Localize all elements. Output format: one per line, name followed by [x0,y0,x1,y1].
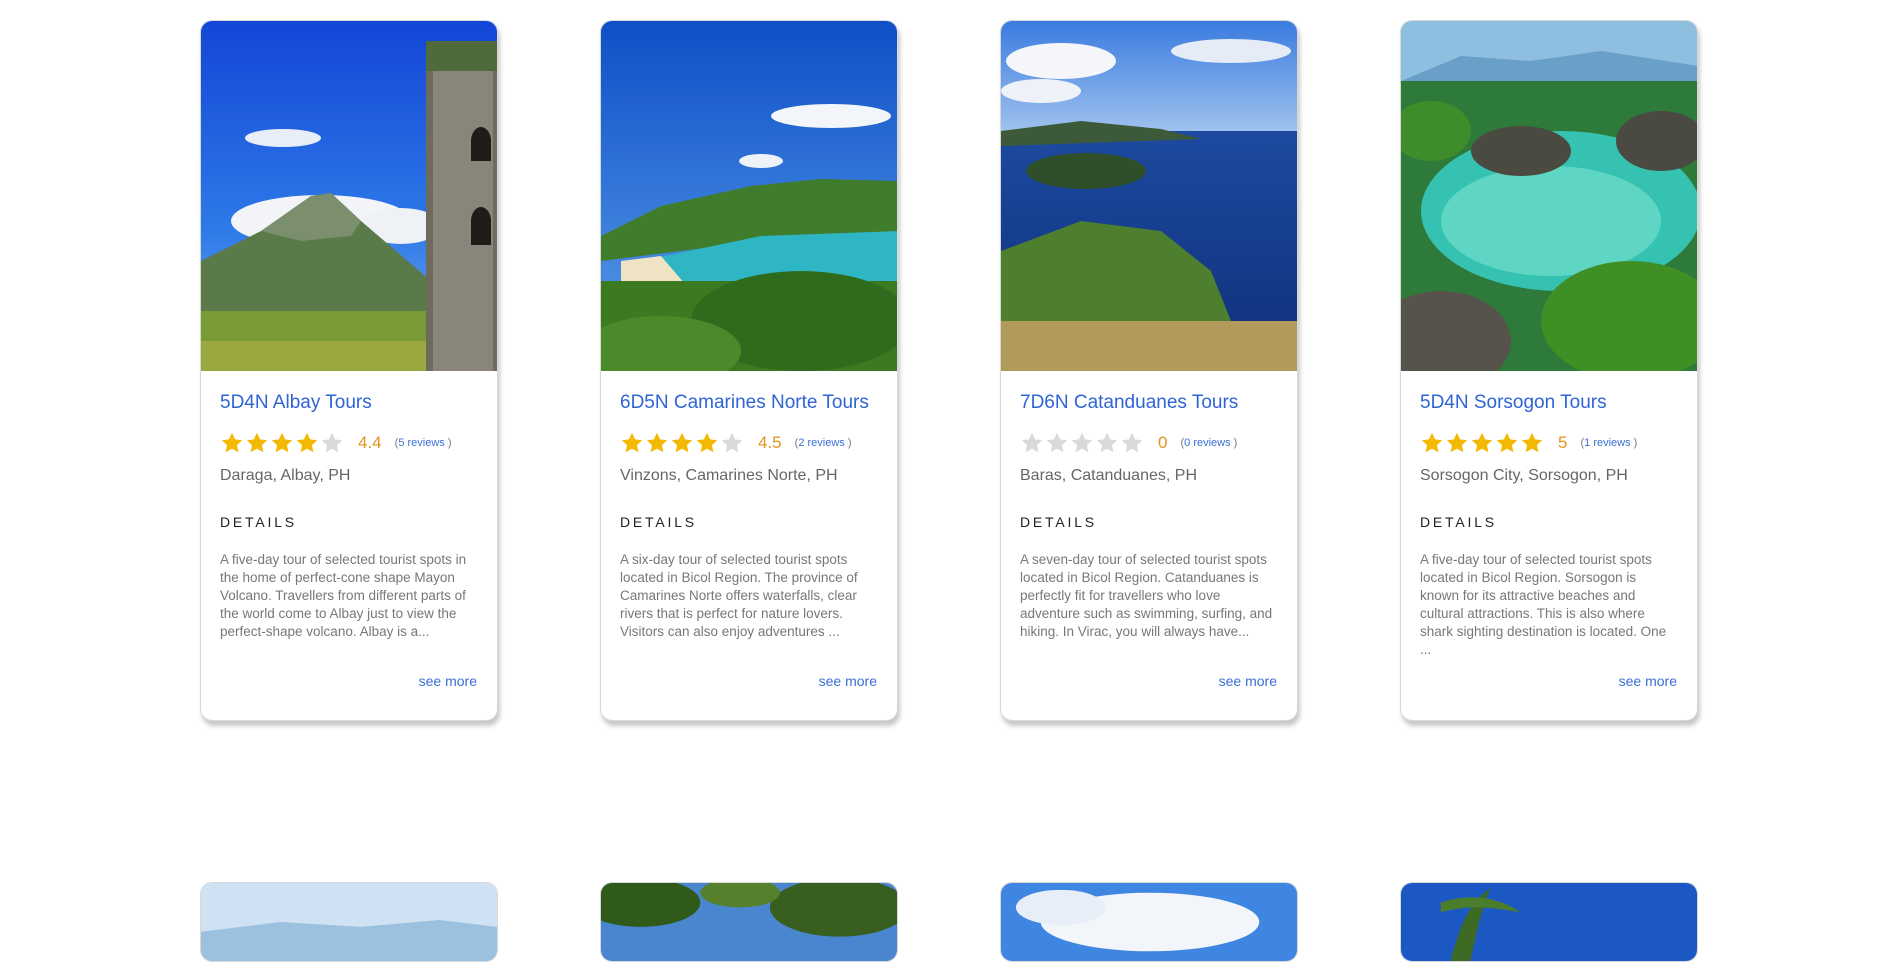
star-icon [296,432,318,453]
star-icon [1496,432,1518,453]
tour-card[interactable]: 5D4N Albay Tours 4.4 (5 reviews ) Daraga… [200,20,498,721]
star-icon [271,432,293,453]
details-heading: DETAILS [1020,514,1097,530]
tour-card[interactable]: 7D6N Catanduanes Tours 0 (0 reviews ) Ba… [1000,20,1298,721]
tour-card-partial[interactable] [200,882,498,962]
tour-card-body: 5D4N Sorsogon Tours 5 (1 reviews ) Sorso… [1420,391,1677,689]
reviews-link[interactable]: 2 reviews [798,437,844,449]
star-icon [1521,432,1543,453]
star-icon [1421,432,1443,453]
tour-location: Baras, Catanduanes, PH [1020,467,1197,484]
rating-row: 5 (1 reviews ) [1420,426,1677,460]
tour-location: Daraga, Albay, PH [220,467,351,484]
tour-card-partial[interactable] [600,882,898,962]
tour-photo-partial [201,883,497,961]
reviews-count: (2 reviews ) [794,437,852,449]
details-heading: DETAILS [620,514,697,530]
tour-photo-coastal-hills[interactable] [1001,21,1297,371]
star-icon [696,432,718,453]
reviews-link[interactable]: 5 reviews [398,437,444,449]
reviews-link[interactable]: 1 reviews [1584,437,1630,449]
rating-row: 4.5 (2 reviews ) [620,426,877,460]
details-heading: DETAILS [1420,514,1497,530]
details-heading: DETAILS [220,514,297,530]
star-icon [1471,432,1493,453]
rating-score: 4.5 [758,433,782,452]
star-icon [246,432,268,453]
tour-description: A five-day tour of selected tourist spot… [220,552,467,639]
tour-card-body: 5D4N Albay Tours 4.4 (5 reviews ) Daraga… [220,391,477,689]
tour-description: A five-day tour of selected tourist spot… [1420,552,1667,657]
tour-description: A seven-day tour of selected tourist spo… [1020,552,1273,639]
star-icon [1121,432,1143,453]
reviews-count: (1 reviews ) [1580,437,1638,449]
tour-location: Vinzons, Camarines Norte, PH [620,467,838,484]
star-rating [220,431,344,455]
tour-location: Sorsogon City, Sorsogon, PH [1420,467,1628,484]
rating-row: 4.4 (5 reviews ) [220,426,477,460]
star-rating [1420,431,1544,455]
star-icon [321,432,343,453]
star-rating [1020,431,1144,455]
tour-title[interactable]: 5D4N Sorsogon Tours [1420,391,1677,415]
tour-card[interactable]: 6D5N Camarines Norte Tours 4.5 (2 review… [600,20,898,721]
tour-photo-lagoon[interactable] [1401,21,1697,371]
tour-photo-beach-cove[interactable] [601,21,897,371]
star-icon [621,432,643,453]
tour-card-body: 6D5N Camarines Norte Tours 4.5 (2 review… [620,391,877,689]
reviews-link[interactable]: 0 reviews [1184,437,1230,449]
star-icon [1046,432,1068,453]
star-icon [1446,432,1468,453]
see-more-link[interactable]: see more [620,673,877,689]
reviews-count: (0 reviews ) [1180,437,1238,449]
see-more-link[interactable]: see more [1020,673,1277,689]
tour-photo-partial [1001,883,1297,961]
tour-card-body: 7D6N Catanduanes Tours 0 (0 reviews ) Ba… [1020,391,1277,689]
star-icon [721,432,743,453]
tour-card-partial[interactable] [1000,882,1298,962]
tour-photo-partial [601,883,897,961]
star-icon [1071,432,1093,453]
see-more-link[interactable]: see more [1420,673,1677,689]
star-icon [1096,432,1118,453]
reviews-count: (5 reviews ) [394,437,452,449]
rating-score: 5 [1558,433,1568,452]
tour-title[interactable]: 5D4N Albay Tours [220,391,477,415]
rating-row: 0 (0 reviews ) [1020,426,1277,460]
tour-title[interactable]: 6D5N Camarines Norte Tours [620,391,877,415]
tour-title[interactable]: 7D6N Catanduanes Tours [1020,391,1277,415]
star-icon [646,432,668,453]
tour-card[interactable]: 5D4N Sorsogon Tours 5 (1 reviews ) Sorso… [1400,20,1698,721]
star-icon [1021,432,1043,453]
tour-photo-partial [1401,883,1697,961]
see-more-link[interactable]: see more [220,673,477,689]
tour-description: A six-day tour of selected tourist spots… [620,552,858,639]
rating-score: 4.4 [358,433,382,452]
rating-score: 0 [1158,433,1168,452]
star-rating [620,431,744,455]
star-icon [671,432,693,453]
star-icon [221,432,243,453]
tour-photo-mayon-volcano[interactable] [201,21,497,371]
tour-card-partial[interactable] [1400,882,1698,962]
